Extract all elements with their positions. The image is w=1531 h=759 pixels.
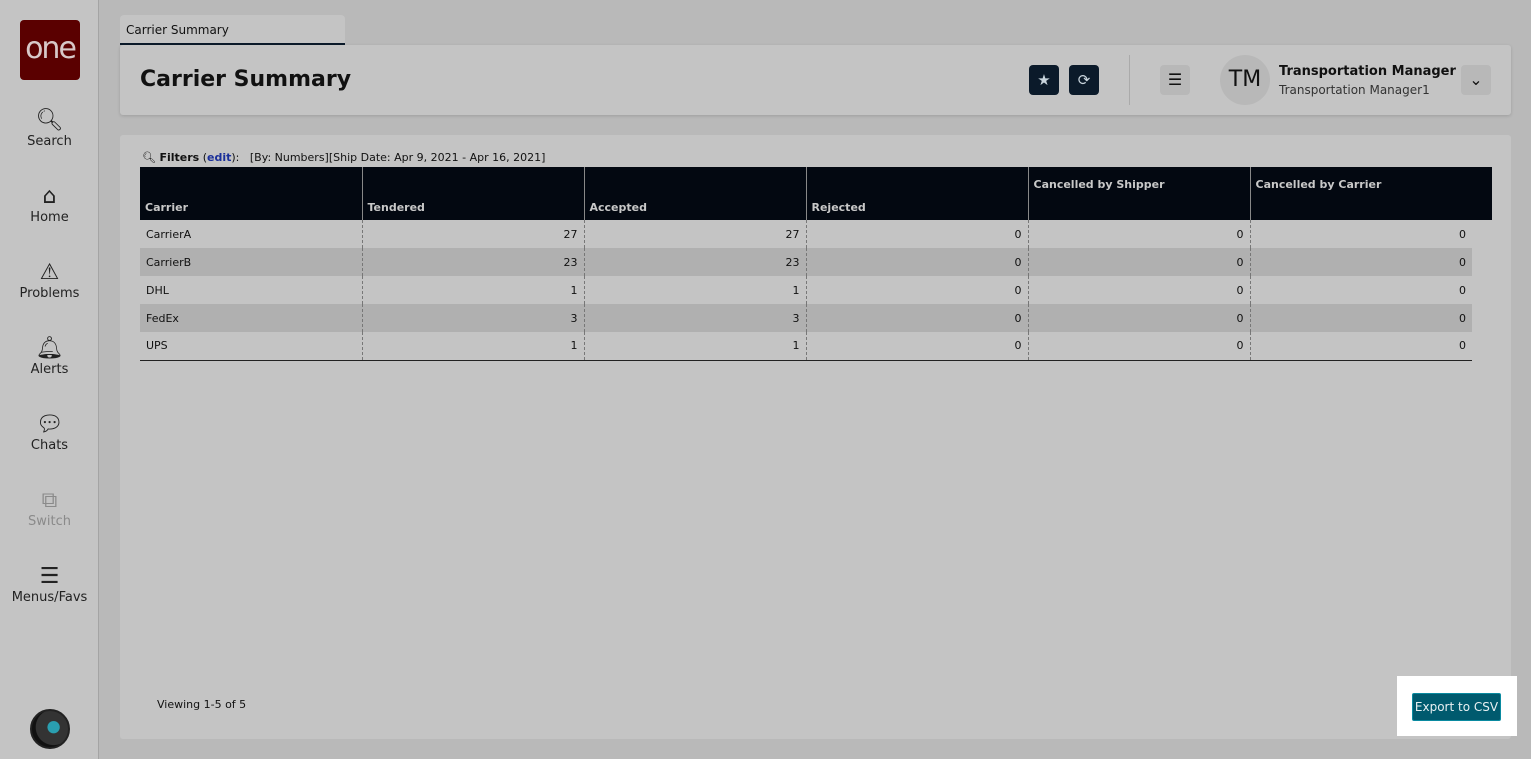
table-cell: 1 (361, 332, 584, 361)
menu-icon: ☰ (1167, 70, 1183, 89)
page-header: Carrier Summary ★ ⟳ ☰ TM Transportation … (120, 45, 1511, 115)
carrier-summary-table: Carrier Tendered Accepted Rejected Cance… (140, 167, 1492, 361)
table-cell: 0 (805, 304, 1028, 332)
table-cell: 23 (583, 248, 806, 276)
table-cell: 1 (583, 332, 806, 361)
table-cell: 0 (1249, 276, 1472, 304)
filters-value: [By: Numbers][Ship Date: Apr 9, 2021 - A… (249, 151, 546, 164)
table-cell: 0 (805, 276, 1028, 304)
table-cell: 23 (361, 248, 584, 276)
sidebar-item-label: Home (30, 210, 69, 225)
filters-label: Filters (159, 151, 200, 164)
switch-icon: ⧉ (41, 488, 58, 513)
refresh-icon: ⟳ (1077, 71, 1091, 89)
user-dropdown-button[interactable]: ⌄ (1461, 65, 1491, 95)
row-spacer (1472, 220, 1492, 248)
table-cell: CarrierB (140, 248, 362, 276)
column-header[interactable]: Accepted (583, 167, 806, 220)
table-cell: 3 (583, 304, 806, 332)
filters-edit-link[interactable]: edit (207, 151, 231, 164)
user-avatar[interactable]: TM (1220, 55, 1270, 105)
sidebar-item-alerts[interactable]: 🔔︎ Alerts (0, 336, 99, 377)
table-row[interactable]: DHL 1 1 0 0 0 (140, 276, 1492, 304)
chat-icon: 💬︎ (35, 412, 64, 437)
report-panel: 🔍︎ Filters (edit): [By: Numbers][Ship Da… (120, 135, 1511, 739)
sidebar-item-label: Chats (30, 438, 69, 453)
chevron-down-icon: ⌄ (1469, 70, 1483, 89)
user-role: Transportation Manager1 (1279, 83, 1430, 97)
sidebar: one 🔍︎ Search ⌂ Home ⚠ Problems 🔔︎ Alerts 💬︎… (0, 0, 99, 759)
search-icon: 🔍︎ (142, 151, 156, 164)
column-header[interactable]: Carrier (140, 167, 362, 220)
column-header[interactable]: Tendered (361, 167, 584, 220)
row-spacer (1472, 248, 1492, 276)
sidebar-item-label: Alerts (30, 362, 69, 377)
page-menu-button[interactable]: ☰ (1160, 65, 1190, 95)
table-cell: 0 (805, 332, 1028, 361)
refresh-button[interactable]: ⟳ (1069, 65, 1099, 95)
column-header[interactable]: Rejected (805, 167, 1028, 220)
export-csv-button[interactable]: Export to CSV (1412, 693, 1501, 721)
table-cell: 0 (1027, 276, 1250, 304)
row-spacer (1472, 332, 1492, 360)
menu-icon: ☰ (39, 564, 60, 589)
sidebar-item-label: Menus/Favs (11, 590, 88, 605)
column-header[interactable]: Cancelled by Carrier (1249, 167, 1472, 220)
table-cell: 0 (1027, 332, 1250, 361)
search-icon: 🔍︎ (35, 108, 64, 133)
table-cell: 0 (805, 248, 1028, 276)
warning-icon: ⚠ (39, 260, 60, 285)
table-cell: DHL (146, 283, 169, 297)
table-row[interactable]: FedEx 3 3 0 0 0 (140, 304, 1492, 332)
table-row[interactable]: CarrierA 27 27 0 0 0 (140, 220, 1492, 248)
bell-icon: 🔔︎ (35, 336, 64, 361)
table-cell: 0 (1027, 220, 1250, 248)
star-icon: ★ (1037, 71, 1051, 89)
table-cell: 0 (805, 220, 1028, 248)
table-row[interactable]: CarrierB 23 23 0 0 0 (140, 248, 1492, 276)
assistant-avatar[interactable] (30, 709, 70, 749)
sidebar-item-label: Switch (28, 514, 71, 529)
table-cell: 27 (583, 220, 806, 248)
sidebar-item-search[interactable]: 🔍︎ Search (0, 108, 99, 149)
tab-carrier-summary[interactable]: Carrier Summary (120, 15, 345, 45)
table-cell: UPS (140, 332, 362, 361)
app-logo[interactable]: one (20, 20, 80, 80)
sidebar-item-chats[interactable]: 💬︎ Chats (0, 412, 99, 453)
table-cell: 0 (1249, 220, 1472, 248)
favorite-button[interactable]: ★ (1029, 65, 1059, 95)
table-row[interactable]: UPS 1 1 0 0 0 (140, 332, 1492, 361)
sidebar-item-menus-favs[interactable]: ☰ Menus/Favs (0, 564, 99, 605)
table-cell: 3 (361, 304, 584, 332)
home-icon: ⌂ (42, 184, 57, 209)
user-name: Transportation Manager (1279, 64, 1456, 79)
page-title: Carrier Summary (140, 67, 352, 92)
row-spacer (1472, 304, 1492, 332)
table-cell: CarrierA (146, 227, 192, 241)
table-cell: 0 (1027, 304, 1250, 332)
table-cell: FedEx (140, 304, 362, 332)
sidebar-item-home[interactable]: ⌂ Home (0, 184, 99, 225)
divider (1129, 55, 1130, 105)
table-cell: 1 (583, 276, 806, 304)
sidebar-item-problems[interactable]: ⚠ Problems (0, 260, 99, 301)
sidebar-item-label: Problems (19, 286, 80, 301)
sidebar-item-label: Search (27, 134, 72, 149)
table-cell: 27 (361, 220, 584, 248)
table-cell: 0 (1249, 304, 1472, 332)
header-spacer (1472, 167, 1492, 220)
table-cell: 0 (1249, 332, 1472, 361)
row-spacer (1472, 276, 1492, 304)
filters-bar: 🔍︎ Filters (edit): [By: Numbers][Ship Da… (142, 151, 546, 164)
pagination-info: Viewing 1-5 of 5 (157, 698, 247, 711)
table-cell: 0 (1249, 248, 1472, 276)
column-header[interactable]: Cancelled by Shipper (1027, 167, 1250, 220)
sidebar-item-switch: ⧉ Switch (0, 488, 99, 529)
table-cell: 1 (361, 276, 584, 304)
export-highlight: Export to CSV (1397, 676, 1517, 736)
table-cell: 0 (1027, 248, 1250, 276)
